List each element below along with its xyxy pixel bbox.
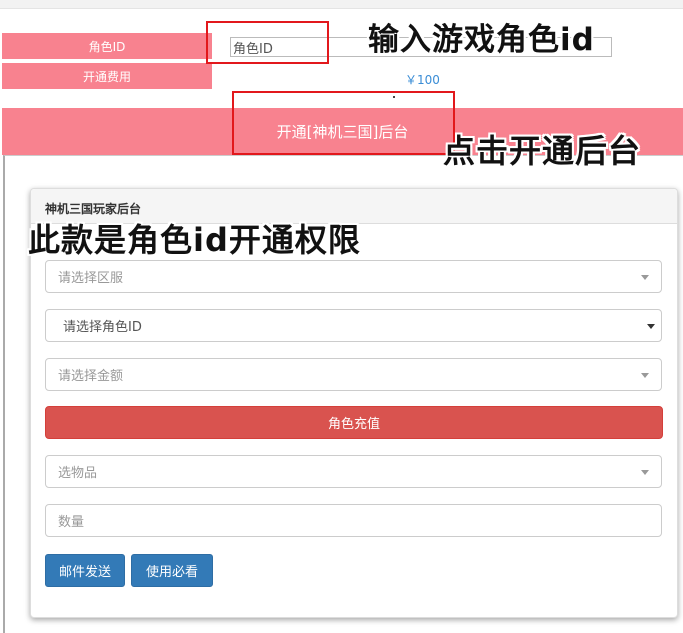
- annotation-click-open: 点击开通后台: [443, 132, 642, 170]
- amount-select[interactable]: 请选择金额: [45, 358, 662, 391]
- quantity-input[interactable]: 数量: [45, 504, 662, 537]
- item-select[interactable]: 选物品: [45, 455, 662, 488]
- quantity-placeholder: 数量: [58, 515, 85, 530]
- role-select-placeholder: 请选择角色ID: [63, 320, 142, 335]
- item-select-placeholder: 选物品: [58, 466, 98, 481]
- guide-button[interactable]: 使用必看: [131, 554, 213, 587]
- amount-select-placeholder: 请选择金额: [58, 369, 124, 384]
- annotation-permission-note: 此款是角色id开通权限: [28, 221, 361, 259]
- mail-send-label: 邮件发送: [58, 565, 111, 580]
- annotation-enter-role-id: 输入游戏角色id: [368, 22, 595, 58]
- top-strip: [0, 0, 683, 9]
- role-id-select[interactable]: 请选择角色ID: [45, 309, 662, 342]
- chevron-down-icon: [641, 373, 649, 378]
- chevron-down-icon: [641, 470, 649, 475]
- server-select-placeholder: 请选择区服: [58, 271, 124, 286]
- input-highlight-box: [206, 21, 329, 64]
- chevron-down-icon: [647, 324, 655, 329]
- chevron-down-icon: [641, 275, 649, 280]
- server-select[interactable]: 请选择区服: [45, 260, 662, 293]
- fee-value: ￥100: [405, 73, 440, 87]
- fee-label: 开通费用: [2, 63, 212, 89]
- recharge-button-label: 角色充值: [327, 417, 380, 432]
- guide-label: 使用必看: [145, 565, 198, 580]
- recharge-button[interactable]: 角色充值: [45, 406, 663, 439]
- mail-send-button[interactable]: 邮件发送: [45, 554, 125, 587]
- role-id-label: 角色ID: [2, 33, 212, 59]
- button-highlight-box: [232, 91, 455, 155]
